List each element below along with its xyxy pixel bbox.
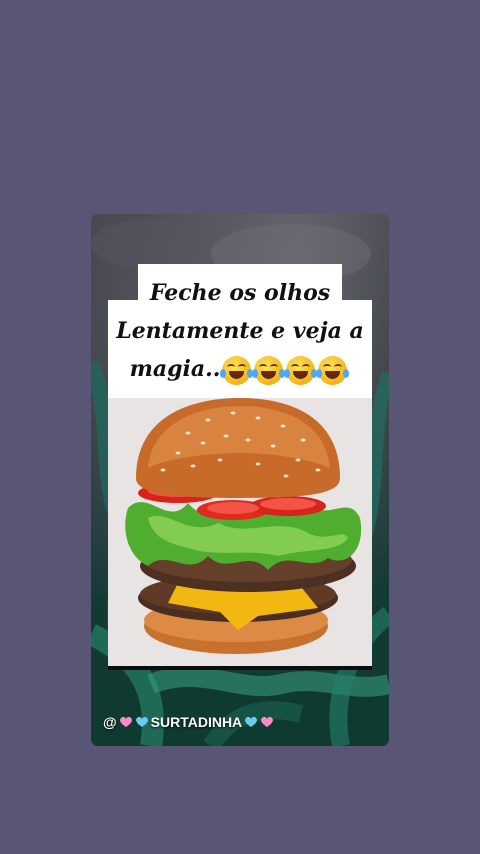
laughing-tears-icon bbox=[220, 356, 254, 386]
blue-heart-icon bbox=[135, 716, 148, 727]
caption-line-1: Feche os olhos bbox=[149, 280, 331, 306]
emoji-row bbox=[220, 355, 350, 386]
username-prefix: @ bbox=[103, 714, 117, 730]
pink-heart-icon bbox=[261, 716, 274, 727]
blue-heart-icon bbox=[245, 716, 258, 727]
username-text: SURTADINHA bbox=[150, 714, 243, 730]
caption-line-3-text: magia.. bbox=[129, 356, 221, 382]
laughing-tears-icon bbox=[284, 356, 318, 386]
laughing-tears-icon bbox=[316, 356, 350, 386]
pink-heart-icon bbox=[119, 716, 132, 727]
laughing-tears-icon bbox=[252, 356, 286, 386]
story-card[interactable]: Feche os olhos Lentamente e veja a magia… bbox=[91, 214, 389, 746]
burger-image bbox=[108, 398, 372, 670]
caption-box: Feche os olhos Lentamente e veja a magia… bbox=[108, 264, 372, 398]
burger-illustration bbox=[125, 398, 362, 654]
username-tag[interactable]: @ SURTADINHA bbox=[103, 712, 275, 732]
caption-line-2: Lentamente e veja a bbox=[116, 318, 364, 344]
caption-line-3: magia.. bbox=[108, 354, 372, 386]
